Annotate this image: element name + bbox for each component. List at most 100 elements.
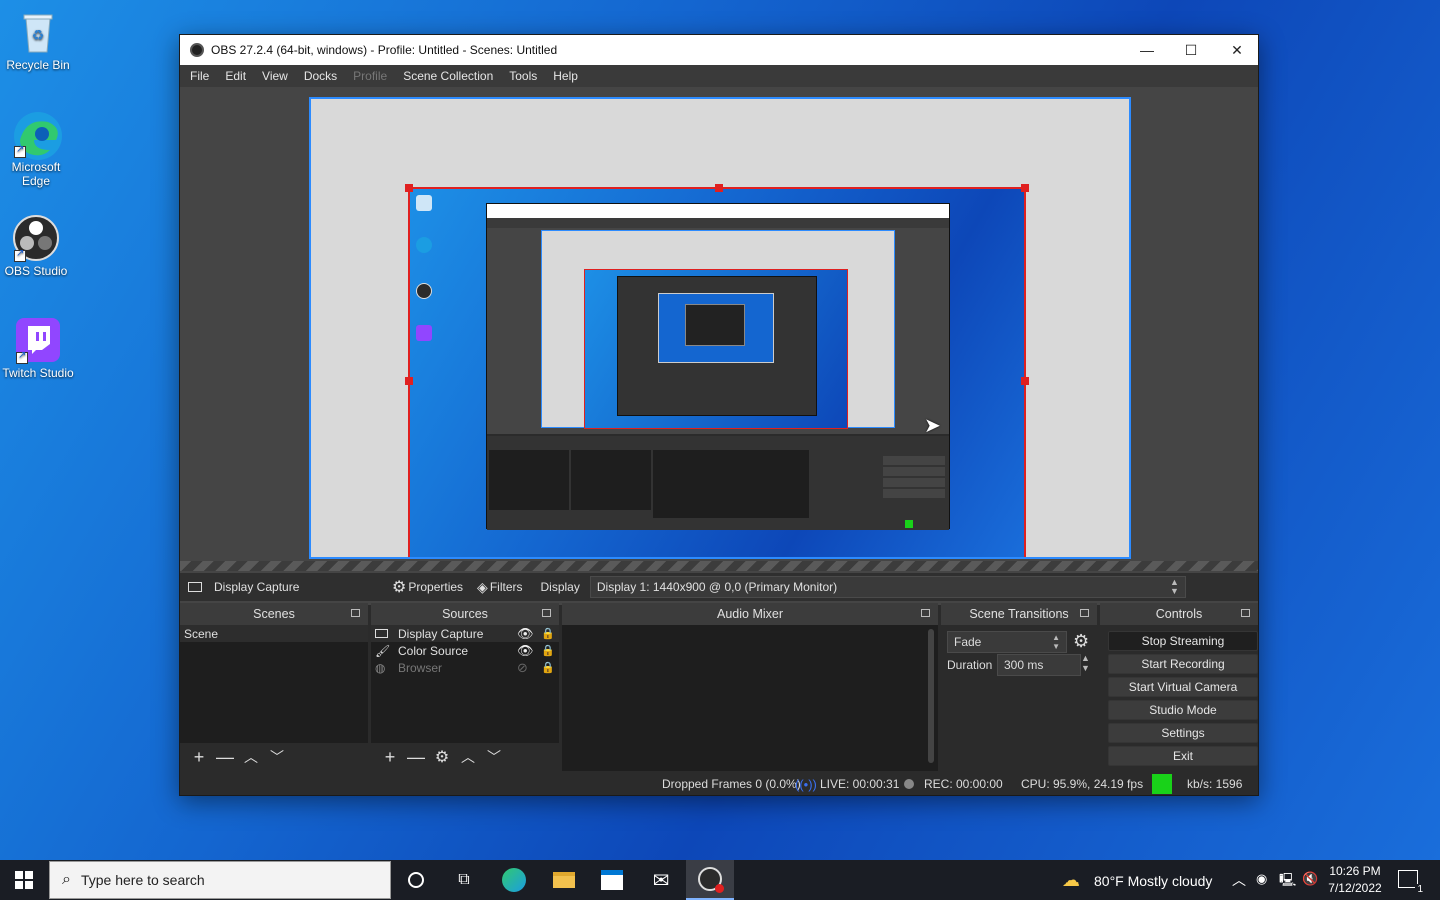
clock[interactable]: 10:26 PM 7/12/2022 xyxy=(1326,863,1384,897)
properties-label: Properties xyxy=(408,580,464,594)
source-properties-icon[interactable]: ⚙ xyxy=(429,747,455,767)
lock-icon[interactable]: 🔒 xyxy=(541,661,555,674)
bitrate: kb/s: 1596 xyxy=(1187,777,1243,791)
preview-canvas[interactable]: ➤ xyxy=(309,97,1131,559)
resize-handle[interactable] xyxy=(715,184,723,192)
properties-button[interactable]: ⚙ Properties xyxy=(392,577,463,597)
add-source-icon[interactable]: + xyxy=(377,747,403,768)
notifications-icon[interactable]: 1 xyxy=(1398,870,1425,895)
title-bar[interactable]: OBS 27.2.4 (64-bit, windows) - Profile: … xyxy=(180,35,1258,65)
scenes-toolbar: + — ︿ ﹀ xyxy=(180,743,368,771)
controls-header: Controls xyxy=(1155,607,1203,621)
filters-label: Filters xyxy=(489,580,523,594)
volume-muted-icon[interactable]: 🔇 xyxy=(1302,871,1318,887)
popout-icon[interactable] xyxy=(921,609,930,617)
lock-icon[interactable]: 🔒 xyxy=(541,627,555,640)
chevron-up-icon[interactable]: ︿ xyxy=(1232,870,1246,890)
menu-view[interactable]: View xyxy=(254,69,296,83)
remove-source-icon[interactable]: — xyxy=(403,747,429,768)
taskbar-store[interactable] xyxy=(588,860,636,900)
start-virtual-camera-button[interactable]: Start Virtual Camera xyxy=(1108,677,1258,697)
taskbar-edge[interactable] xyxy=(490,860,538,900)
menu-profile[interactable]: Profile xyxy=(345,69,395,83)
store-icon xyxy=(601,870,623,890)
desktop-icon-recycle-bin[interactable]: ♻ Recycle Bin xyxy=(0,8,76,72)
weather-text[interactable]: 80°F Mostly cloudy xyxy=(1094,873,1212,889)
resize-handle[interactable] xyxy=(405,184,413,192)
resize-handle[interactable] xyxy=(405,377,413,385)
obs-logo-icon xyxy=(190,43,204,57)
mixer-scrollbar[interactable] xyxy=(928,629,934,763)
taskbar-file-explorer[interactable] xyxy=(540,860,588,900)
chevron-updown-icon: ▲ ▼ xyxy=(1052,633,1060,651)
folder-icon xyxy=(553,872,575,888)
menu-file[interactable]: File xyxy=(182,69,217,83)
popout-icon[interactable] xyxy=(1241,609,1250,617)
start-button[interactable] xyxy=(0,860,48,900)
start-recording-button[interactable]: Start Recording xyxy=(1108,654,1258,674)
clock-time: 10:26 PM xyxy=(1329,864,1381,878)
maximize-button[interactable]: ☐ xyxy=(1168,35,1214,65)
scene-item-label: Scene xyxy=(184,626,219,641)
meet-now-icon[interactable]: ◉ xyxy=(1256,871,1267,887)
taskbar-obs[interactable] xyxy=(686,860,734,900)
source-item-browser[interactable]: ◍ Browser ⊘ 🔒 xyxy=(371,659,559,676)
preview-area[interactable]: ➤ xyxy=(180,87,1258,605)
source-item-display-capture[interactable]: Display Capture 👁 🔒 xyxy=(371,625,559,642)
search-icon: ⌕ xyxy=(62,871,71,888)
minimize-button[interactable]: — xyxy=(1124,35,1170,65)
remove-scene-icon[interactable]: — xyxy=(212,747,238,768)
close-button[interactable]: ✕ xyxy=(1214,35,1260,65)
eye-icon[interactable]: 👁 xyxy=(517,643,534,659)
network-icon[interactable]: 🖳 xyxy=(1279,871,1296,893)
studio-mode-button[interactable]: Studio Mode xyxy=(1108,700,1258,720)
desktop-icon-label: Twitch Studio xyxy=(2,366,74,380)
desktop-icon-microsoft-edge[interactable]: Microsoft Edge xyxy=(0,110,74,188)
cortana-icon xyxy=(408,872,424,888)
dropped-frames: Dropped Frames 0 (0.0%) xyxy=(662,777,801,791)
eye-hidden-icon[interactable]: ⊘ xyxy=(517,660,528,676)
popout-icon[interactable] xyxy=(351,609,360,617)
transition-select[interactable]: Fade ▲ ▼ xyxy=(947,631,1067,653)
filter-icon: ◈ xyxy=(477,578,488,595)
popout-icon[interactable] xyxy=(542,609,551,617)
eye-icon[interactable]: 👁 xyxy=(517,626,534,642)
resize-handle[interactable] xyxy=(1021,377,1029,385)
exit-button[interactable]: Exit xyxy=(1108,746,1258,766)
move-down-icon[interactable]: ﹀ xyxy=(481,747,507,767)
move-down-icon[interactable]: ﹀ xyxy=(264,747,290,767)
scenes-dock: Scenes Scene + — ︿ ﹀ xyxy=(180,603,368,771)
cortana-button[interactable] xyxy=(392,860,440,900)
settings-button[interactable]: Settings xyxy=(1108,723,1258,743)
scene-item[interactable]: Scene xyxy=(180,625,368,642)
source-item-color-source[interactable]: 🖌 Color Source 👁 🔒 xyxy=(371,642,559,659)
resize-handle[interactable] xyxy=(1021,184,1029,192)
display-select[interactable]: Display 1: 1440x900 @ 0,0 (Primary Monit… xyxy=(589,576,1186,598)
menu-tools[interactable]: Tools xyxy=(501,69,545,83)
move-up-icon[interactable]: ︿ xyxy=(238,747,264,767)
filters-button[interactable]: ◈ Filters xyxy=(477,579,522,596)
move-up-icon[interactable]: ︿ xyxy=(455,747,481,767)
display-capture-source[interactable]: ➤ xyxy=(405,184,1029,557)
taskbar-mail[interactable]: ✉ xyxy=(637,860,685,900)
menu-docks[interactable]: Docks xyxy=(296,69,345,83)
desktop-icon-obs-studio[interactable]: OBS Studio xyxy=(0,214,74,278)
duration-input[interactable]: 300 ms xyxy=(997,654,1081,676)
stop-streaming-button[interactable]: Stop Streaming xyxy=(1108,631,1258,651)
popout-icon[interactable] xyxy=(1080,609,1089,617)
transition-select-value: Fade xyxy=(954,635,982,649)
task-view-button[interactable]: ⧉ xyxy=(440,860,488,900)
menu-help[interactable]: Help xyxy=(545,69,586,83)
add-scene-icon[interactable]: + xyxy=(186,747,212,768)
desktop-icon-label: Recycle Bin xyxy=(6,58,70,72)
transition-gear-icon[interactable]: ⚙ xyxy=(1073,631,1089,652)
lock-icon[interactable]: 🔒 xyxy=(541,644,555,657)
desktop-icon-twitch-studio[interactable]: Twitch Studio xyxy=(0,316,76,380)
menu-edit[interactable]: Edit xyxy=(217,69,254,83)
duration-stepper-icon[interactable]: ▲ ▼ xyxy=(1081,653,1090,673)
menu-scene-collection[interactable]: Scene Collection xyxy=(395,69,501,83)
mouse-cursor-icon: ➤ xyxy=(924,415,941,437)
chevron-updown-icon: ▲ ▼ xyxy=(1169,577,1179,596)
taskbar-search-input[interactable]: ⌕ Type here to search xyxy=(49,861,391,899)
live-time: LIVE: 00:00:31 xyxy=(820,777,900,791)
